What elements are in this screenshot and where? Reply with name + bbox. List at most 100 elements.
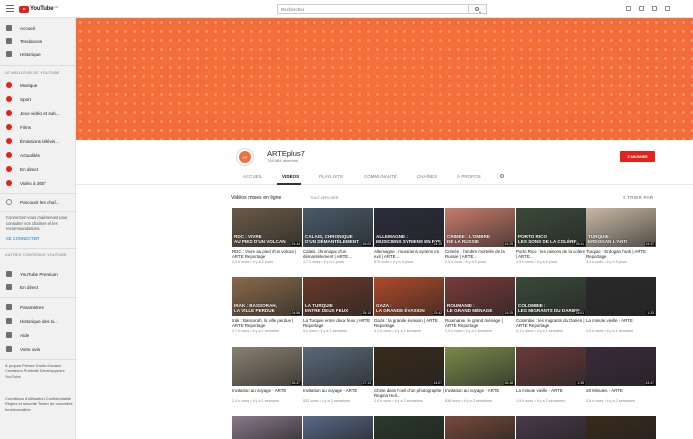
apps-icon[interactable] [639,6,644,11]
channel-avatar[interactable]: +7 [236,148,254,166]
sidebar-item-history[interactable]: Historique [0,48,75,60]
video-card[interactable]: 26:48 Invitation au voyage - ARTE 636 vues… [445,347,515,403]
tab-playlists[interactable]: PLAYLISTS [319,174,343,179]
subscribe-button[interactable]: S'ABONNER [620,151,655,162]
video-card[interactable]: 1:33 La minute vieille - ARTE 1,5 k vues •… [586,277,656,333]
settings-icon[interactable] [665,6,670,11]
video-card[interactable]: 13:07 Chine dans l'oeil d'un photographe … [374,347,444,403]
sidebar-item-sport[interactable]: Sport [0,93,75,105]
messages-icon[interactable] [652,6,657,11]
video-title[interactable]: Roumanie, le grand ménage | ARTE Reporta… [445,318,515,328]
video-thumbnail[interactable]: LA TURQUIE ENTRE DEUX FEUX 25:15 [303,277,373,316]
sidebar-item-films[interactable]: Films [0,121,75,133]
search-button[interactable] [469,4,487,14]
menu-icon[interactable] [6,5,14,12]
tab-home[interactable]: ACCUEIL [243,174,263,179]
search-icon[interactable] [500,174,504,178]
video-card[interactable]: RDC : VIVRE AU PIED D'UN VOLCAN 24:44 RDC :… [232,208,302,264]
sidebar-item-browse-channels[interactable]: Parcourir les chaî... [0,196,75,208]
sidebar-item-home[interactable]: Accueil [0,22,75,34]
search-input[interactable] [278,5,468,13]
video-card[interactable]: CRIMÉE : L'OMBRE DE LA RUSSIE 24:25 Crimée … [445,208,515,264]
tab-channels[interactable]: CHAÎNES [417,174,437,179]
video-card[interactable]: 27:13 Invitation au voyage - ARTE 532 vues… [303,347,373,403]
video-title[interactable]: Colombie : les migrants du Darien | ARTE… [516,318,586,328]
video-title[interactable]: Porto Rico : les raisons de la colère | … [516,249,586,259]
video-title[interactable]: La Turquie entre deux feux | ARTE Report… [303,318,373,328]
video-title[interactable]: La minute vieille - ARTE [586,318,656,328]
video-thumbnail[interactable]: COLOMBIE : LES MIGRANTS DU DARIEN 25:01 [516,277,586,316]
video-title[interactable]: Invitation au voyage - ARTE [303,388,373,398]
video-thumbnail[interactable]: ROUMANIE : LE GRAND MÉNAGE 24:29 [445,277,515,316]
footer-links-secondary[interactable]: Conditions d'utilisation Confidentialité… [5,396,73,412]
sort-button[interactable]: ≡ TRIER PAR [623,195,653,200]
video-thumbnail[interactable]: 26:47 [232,347,302,386]
tab-videos[interactable]: VIDÉOS [282,174,299,179]
video-thumbnail[interactable]: GAZA : LA GRANDE ÉVASION 23:42 [374,277,444,316]
sidebar-item-music[interactable]: Musique [0,79,75,91]
footer-links-primary[interactable]: À propos Presse Droits d'auteur Créateur… [5,363,73,379]
video-thumbnail[interactable] [445,416,515,439]
video-thumbnail[interactable]: 27:13 [303,347,373,386]
video-card[interactable]: LA TURQUIE ENTRE DEUX FEUX 25:15 La Turquie… [303,277,373,333]
video-thumbnail[interactable]: CALAIS, CHRONIQUE D'UN DÉMANTÈLEMENT 26:03 [303,208,373,247]
video-card[interactable]: ALLEMAGNE : MUSICIENS SYRIENS EN EXIL 24:1… [374,208,444,264]
video-thumbnail[interactable] [516,416,586,439]
video-card[interactable]: PORTO RICO LES SONS DE LA COLÈRE 26:11 Port… [516,208,586,264]
video-title[interactable]: Turquie : Erdogan l'anti | ARTE Reportag… [586,249,656,259]
video-card[interactable]: TURQUIE : ERDOGAN L'ANTI 24:37 Turquie : Er… [586,208,656,264]
upload-icon[interactable] [626,6,631,11]
video-thumbnail[interactable]: IRAK : BASSORAH, LA VILLE PERDUE 24:58 [232,277,302,316]
video-thumbnail[interactable]: 13:07 [374,347,444,386]
sidebar-item-feedback[interactable]: Votre avis [0,343,75,355]
sidebar-item-gaming[interactable]: Jeux vidéo et sub... [0,107,75,119]
video-thumbnail[interactable]: 43:47 [586,347,656,386]
sidebar-item-trending[interactable]: Tendances [0,35,75,47]
video-thumbnail[interactable]: 1:35 [516,347,586,386]
video-card[interactable]: GAZA : LA GRANDE ÉVASION 23:42 Gaza : la gr… [374,277,444,333]
view-all-dropdown[interactable]: TOUT AFFICHER [310,196,338,200]
video-thumbnail[interactable] [303,416,373,439]
sidebar-item-360[interactable]: Vidéo à 360° [0,177,75,189]
sidebar-item-report-history[interactable]: Historique des si... [0,315,75,327]
tab-about[interactable]: À PROPOS [457,174,481,179]
video-card[interactable]: ROUMANIE : LE GRAND MÉNAGE 24:29 Roumanie, … [445,277,515,333]
sidebar-item-tv[interactable]: Émissions télévis... [0,135,75,147]
sidebar-item-live-more[interactable]: En direct [0,281,75,293]
video-thumbnail[interactable] [374,416,444,439]
sidebar-item-news[interactable]: Actualités [0,149,75,161]
video-title[interactable]: Crimée : l'ombre mortelle de la Russie |… [445,249,515,259]
video-title[interactable]: Allemagne : musiciens syriens en exil | … [374,249,444,259]
video-title[interactable]: 28 Minutes - ARTE [586,388,656,398]
video-title[interactable]: Invitation au voyage - ARTE [232,388,302,398]
video-thumbnail[interactable]: ALLEMAGNE : MUSICIENS SYRIENS EN EXIL 24:1… [374,208,444,247]
video-title[interactable]: La minute vieille - ARTE [516,388,586,398]
sidebar-item-help[interactable]: Aide [0,329,75,341]
video-thumbnail[interactable]: TURQUIE : ERDOGAN L'ANTI 24:37 [586,208,656,247]
video-title[interactable]: Invitation au voyage - ARTE [445,388,515,398]
video-card[interactable]: 26:47 Invitation au voyage - ARTE 2,4 k vu… [232,347,302,403]
video-thumbnail[interactable] [586,416,656,439]
sidebar-item-settings[interactable]: Paramètres [0,301,75,313]
video-title[interactable]: Gaza : la grande évasion | ARTE Reportag… [374,318,444,328]
video-title[interactable]: Calais, chronique d'un démantèlement | A… [303,249,373,259]
video-thumbnail[interactable]: RDC : VIVRE AU PIED D'UN VOLCAN 24:44 [232,208,302,247]
video-card[interactable]: CALAIS, CHRONIQUE D'UN DÉMANTÈLEMENT 26:03… [303,208,373,264]
video-thumbnail[interactable]: CRIMÉE : L'OMBRE DE LA RUSSIE 24:25 [445,208,515,247]
video-thumbnail[interactable]: 1:33 [586,277,656,316]
video-card[interactable]: 1:35 La minute vieille - ARTE 1,9 k vues •… [516,347,586,403]
video-card[interactable]: COLOMBIE : LES MIGRANTS DU DARIEN 25:01 Col… [516,277,586,333]
video-card[interactable]: IRAK : BASSORAH, LA VILLE PERDUE 24:58 Irak… [232,277,302,333]
sidebar-item-premium[interactable]: YouTube Premium [0,268,75,280]
video-thumbnail[interactable]: PORTO RICO LES SONS DE LA COLÈRE 26:11 [516,208,586,247]
signin-link[interactable]: SE CONNECTER [6,236,39,241]
video-thumbnail[interactable] [232,416,302,439]
video-title[interactable]: Irak : Bassorah, la ville perdue | ARTE … [232,318,302,328]
tab-community[interactable]: COMMUNAUTÉ [364,174,397,179]
sidebar-item-live[interactable]: En direct [0,163,75,175]
youtube-logo[interactable]: YouTube FR [19,4,58,14]
video-title[interactable]: RDC : Vivre au pied d'un volcan | ARTE R… [232,249,302,259]
video-thumbnail[interactable]: 26:48 [445,347,515,386]
search-box[interactable] [277,4,469,14]
video-title[interactable]: Chine dans l'oeil d'un photographe | Reg… [374,388,444,398]
